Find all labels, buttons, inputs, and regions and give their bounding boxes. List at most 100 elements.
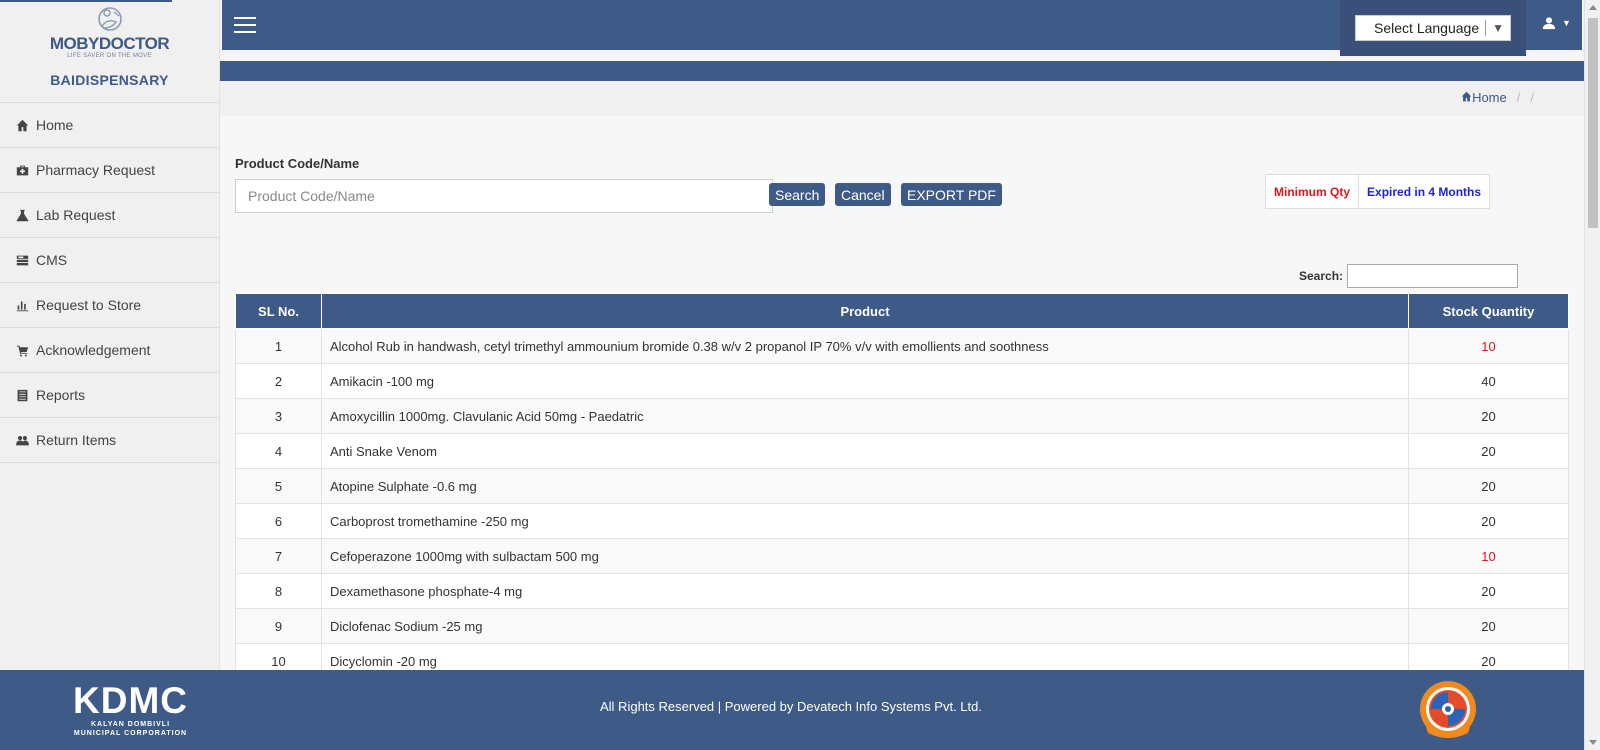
legend-expired: Expired in 4 Months — [1367, 184, 1482, 199]
cell-sl: 9 — [235, 608, 322, 644]
scroll-down-icon[interactable] — [1589, 740, 1597, 745]
table-row: 3 Amoxycillin 1000mg. Clavulanic Acid 50m… — [235, 398, 1569, 434]
main-content: Product Code/Name Search Cancel EXPORT P… — [220, 116, 1584, 679]
bar-chart-icon — [15, 298, 29, 312]
cell-stock-quantity: 10 — [1408, 538, 1569, 574]
sidebar-item-pharmacy-request[interactable]: Pharmacy Request — [0, 148, 219, 193]
cell-stock-quantity: 20 — [1408, 608, 1569, 644]
cell-sl: 4 — [235, 433, 322, 469]
table-row: 2 Amikacin -100 mg 40 — [235, 363, 1569, 399]
sidebar-item-label: Pharmacy Request — [36, 162, 156, 178]
flask-icon — [15, 208, 29, 222]
cell-sl: 8 — [235, 573, 322, 609]
cell-stock-quantity: 10 — [1408, 328, 1569, 364]
cell-product: Anti Snake Venom — [321, 433, 1409, 469]
language-select[interactable]: Select Language ▼ — [1355, 15, 1511, 41]
cell-stock-quantity: 20 — [1408, 503, 1569, 539]
stock-table: SL No. Product Stock Quantity 1 Alcohol R… — [235, 293, 1569, 679]
product-search-input[interactable] — [235, 179, 773, 213]
export-pdf-button[interactable]: EXPORT PDF — [901, 183, 1002, 206]
product-search-label: Product Code/Name — [235, 156, 360, 171]
table-row: 5 Atopine Sulphate -0.6 mg 20 — [235, 468, 1569, 504]
kdmc-logo-line1: KALYAN DOMBIVLI — [90, 721, 171, 728]
cell-sl: 7 — [235, 538, 322, 574]
breadcrumb-home-link[interactable]: Home — [1472, 90, 1507, 105]
column-header-sl[interactable]: SL No. — [235, 293, 322, 329]
cell-sl: 2 — [235, 363, 322, 399]
breadcrumb-separator: / — [1530, 90, 1534, 105]
mobydoctor-logo-icon — [97, 7, 122, 31]
table-header-row: SL No. Product Stock Quantity — [235, 293, 1569, 329]
sidebar-item-label: Lab Request — [36, 207, 116, 223]
kdmc-logo: KDMC KALYAN DOMBIVLI MUNICIPAL CORPORATI… — [73, 682, 188, 738]
sidebar-top-accent — [0, 0, 172, 2]
cell-product: Dexamethasone phosphate-4 mg — [321, 573, 1409, 609]
home-icon — [1461, 90, 1472, 105]
table-row: 6 Carboprost tromethamine -250 mg 20 — [235, 503, 1569, 539]
cell-stock-quantity: 20 — [1408, 468, 1569, 504]
breadcrumb: Home / / — [1461, 90, 1544, 105]
page-scrollbar[interactable] — [1584, 0, 1600, 750]
language-select-label: Select Language — [1374, 20, 1480, 36]
legend-minimum-qty: Minimum Qty — [1266, 175, 1360, 208]
kdmc-logo-line2: MUNICIPAL CORPORATION — [73, 730, 188, 737]
table-row: 8 Dexamethasone phosphate-4 mg 20 — [235, 573, 1569, 609]
sidebar-item-reports[interactable]: Reports — [0, 373, 219, 418]
scroll-up-icon[interactable] — [1589, 5, 1597, 10]
column-header-stock-quantity[interactable]: Stock Quantity — [1408, 293, 1569, 329]
cell-product: Amoxycillin 1000mg. Clavulanic Acid 50mg… — [321, 398, 1409, 434]
cart-icon — [15, 343, 29, 357]
language-select-divider — [1485, 20, 1487, 36]
table-search-label: Search: — [1299, 269, 1344, 283]
menu-toggle-icon[interactable] — [234, 17, 256, 33]
cell-product: Atopine Sulphate -0.6 mg — [321, 468, 1409, 504]
medkit-icon — [15, 163, 29, 177]
cell-stock-quantity: 40 — [1408, 363, 1569, 399]
brand-block: MOBYDOCTOR LIFE SAVER ON THE MOVE BAIDIS… — [0, 0, 219, 103]
brand-tagline: LIFE SAVER ON THE MOVE — [67, 53, 152, 59]
sidebar-item-label: Request to Store — [36, 297, 142, 313]
table-search-input[interactable] — [1347, 264, 1519, 288]
kdmc-logo-text: KDMC — [73, 680, 188, 721]
cell-stock-quantity: 20 — [1408, 573, 1569, 609]
table-row: 9 Diclofenac Sodium -25 mg 20 — [235, 608, 1569, 644]
column-header-product[interactable]: Product — [321, 293, 1409, 329]
tasks-icon — [15, 253, 29, 267]
sidebar-item-cms[interactable]: CMS — [0, 238, 219, 283]
sidebar-item-label: Reports — [36, 387, 86, 403]
sidebar-item-label: CMS — [36, 252, 68, 268]
cell-stock-quantity: 20 — [1408, 398, 1569, 434]
table-row: 7 Cefoperazone 1000mg with sulbactam 500 … — [235, 538, 1569, 574]
breadcrumb-bar: Home / / — [220, 81, 1584, 116]
corporation-emblem-icon — [1420, 681, 1476, 738]
user-icon — [1542, 17, 1556, 30]
sidebar-item-request-to-store[interactable]: Request to Store — [0, 283, 219, 328]
cell-sl: 1 — [235, 328, 322, 364]
cell-product: Cefoperazone 1000mg with sulbactam 500 m… — [321, 538, 1409, 574]
caret-down-icon: ▼ — [1492, 21, 1504, 35]
sidebar-item-home[interactable]: Home — [0, 103, 219, 148]
table-row: 4 Anti Snake Venom 20 — [235, 433, 1569, 469]
brand-name: MOBYDOCTOR — [49, 34, 170, 53]
dispensary-name: BAIDISPENSARY — [50, 72, 169, 88]
sidebar-item-acknowledgement[interactable]: Acknowledgement — [0, 328, 219, 373]
cell-sl: 5 — [235, 468, 322, 504]
user-menu[interactable]: ▼ — [1542, 16, 1571, 30]
sidebar-item-lab-request[interactable]: Lab Request — [0, 193, 219, 238]
sidebar: MOBYDOCTOR LIFE SAVER ON THE MOVE BAIDIS… — [0, 0, 220, 670]
scrollbar-thumb[interactable] — [1588, 18, 1598, 228]
top-navbar: Select Language ▼ ▼ — [222, 0, 1582, 56]
list-icon — [15, 388, 29, 402]
cancel-button[interactable]: Cancel — [835, 183, 891, 206]
footer-copyright: All Rights Reserved | Powered by Devatec… — [600, 699, 982, 714]
users-icon — [15, 433, 29, 447]
cell-sl: 6 — [235, 503, 322, 539]
search-button[interactable]: Search — [769, 183, 826, 206]
header-strip — [220, 61, 1584, 81]
sidebar-item-return-items[interactable]: Return Items — [0, 418, 219, 463]
table-search: Search: — [1299, 264, 1519, 288]
home-icon — [15, 118, 29, 132]
stock-legend: Minimum Qty Expired in 4 Months — [1265, 174, 1491, 209]
cell-product: Diclofenac Sodium -25 mg — [321, 608, 1409, 644]
cell-product: Amikacin -100 mg — [321, 363, 1409, 399]
